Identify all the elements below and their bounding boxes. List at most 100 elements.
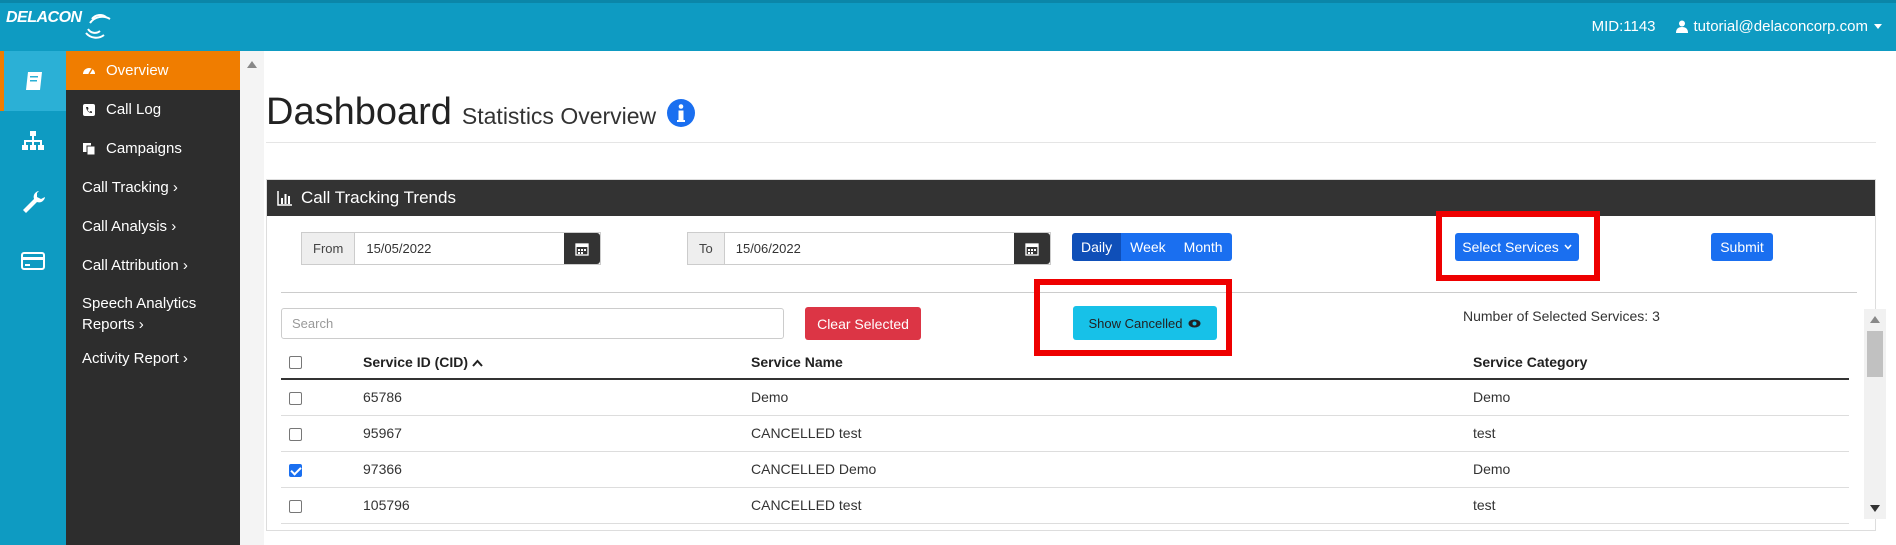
scroll-up-arrow-icon[interactable] [247, 61, 257, 68]
scroll-thumb[interactable] [1867, 331, 1883, 377]
select-all-cell [281, 345, 363, 380]
cell-service-name: Demo [751, 379, 1473, 416]
icon-rail [0, 51, 66, 545]
cell-service-category: test [1473, 415, 1849, 452]
sidebar-item-activity-report[interactable]: Activity Report › [66, 339, 240, 378]
sidebar-item-call-attribution[interactable]: Call Attribution › [66, 246, 240, 285]
to-date-input[interactable]: 15/06/2022 [725, 233, 1014, 264]
calendar-icon [1025, 242, 1039, 256]
calendar-icon [575, 242, 589, 256]
row-checkbox-cell [281, 415, 363, 452]
cell-service-name: CANCELLED test [751, 487, 1473, 524]
row-checkbox[interactable] [289, 427, 302, 441]
period-daily-button[interactable]: Daily [1072, 233, 1122, 261]
selected-services-count: Number of Selected Services: 3 [1463, 308, 1660, 324]
signal-wave-icon [85, 14, 111, 39]
from-date-group: From 15/05/2022 [301, 232, 601, 265]
scroll-down-arrow-icon[interactable] [1870, 505, 1880, 512]
sidebar-item-label: Call Attribution › [82, 257, 188, 274]
cell-service-category: Demo [1473, 379, 1849, 416]
rail-dashboard[interactable] [0, 51, 66, 111]
row-checkbox-cell [281, 487, 363, 524]
info-icon[interactable] [666, 98, 696, 128]
row-checkbox[interactable] [289, 392, 302, 406]
credit-card-icon [21, 252, 45, 270]
top-bar: DELACON MID:1143 tutorial@delaconcorp.co… [0, 0, 1896, 51]
cell-service-id: 105796 [363, 487, 751, 524]
rail-billing[interactable] [0, 231, 66, 291]
cell-service-name: CANCELLED test [751, 415, 1473, 452]
dashboard-gauge-icon [83, 67, 95, 74]
period-week-button[interactable]: Week [1121, 233, 1175, 261]
panel-title: Call Tracking Trends [301, 188, 456, 207]
sidebar-item-call-log[interactable]: Call Log [66, 90, 240, 129]
row-checkbox-checked[interactable] [289, 463, 302, 477]
period-button-group: Daily Week Month [1072, 233, 1232, 261]
sidebar-item-label: Speech Analytics Reports › [82, 293, 196, 335]
table-scrollbar[interactable] [1864, 309, 1886, 519]
cell-service-id: 65786 [363, 379, 751, 416]
table-row[interactable]: 65786 Demo Demo [281, 379, 1849, 416]
book-icon [26, 72, 42, 90]
rail-tools[interactable] [0, 171, 66, 231]
copy-icon [83, 142, 96, 155]
sidebar-item-campaigns[interactable]: Campaigns [66, 129, 240, 168]
to-label: To [688, 233, 725, 264]
sidebar-item-overview[interactable]: Overview [66, 51, 240, 90]
sidebar-item-call-tracking[interactable]: Call Tracking › [66, 168, 240, 207]
user-icon [1675, 20, 1688, 33]
merchant-id: MID:1143 [1591, 18, 1656, 35]
user-email: tutorial@delaconcorp.com [1693, 18, 1868, 35]
brand-logo[interactable]: DELACON [6, 9, 111, 39]
clear-selected-button[interactable]: Clear Selected [805, 307, 921, 340]
to-calendar-button[interactable] [1014, 233, 1050, 264]
services-table: Service ID (CID) Service Name Service Ca… [281, 345, 1849, 524]
column-service-id[interactable]: Service ID (CID) [363, 345, 751, 380]
sidebar-item-label: Call Log [106, 101, 162, 118]
sidebar-item-speech-analytics[interactable]: Speech Analytics Reports › [66, 285, 240, 339]
cell-service-category: test [1473, 487, 1849, 524]
chevron-down-icon [1874, 24, 1882, 29]
submit-button[interactable]: Submit [1711, 233, 1773, 261]
from-date-input[interactable]: 15/05/2022 [355, 233, 564, 264]
phone-square-icon [83, 103, 95, 116]
row-checkbox-cell [281, 379, 363, 416]
from-label: From [302, 233, 356, 264]
scroll-up-arrow-icon[interactable] [1870, 316, 1880, 323]
page-subtitle: Statistics Overview [461, 103, 657, 129]
cell-service-id: 97366 [363, 451, 751, 488]
sitemap-icon [22, 131, 44, 150]
panel-header: Call Tracking Trends [267, 180, 1875, 216]
sidebar-item-label: Call Tracking › [82, 179, 178, 196]
sidebar-item-label-line1: Speech Analytics [82, 295, 197, 312]
row-checkbox[interactable] [289, 499, 302, 513]
cell-service-name: CANCELLED Demo [751, 451, 1473, 488]
column-service-id-label: Service ID (CID) [363, 353, 469, 370]
sidebar-item-label: Overview [106, 62, 169, 79]
table-row[interactable]: 95967 CANCELLED test test [281, 415, 1849, 452]
cell-service-id: 95967 [363, 415, 751, 452]
brand-name: DELACON [6, 9, 82, 26]
page-header: Dashboard Statistics Overview [266, 91, 696, 134]
sidebar-item-label: Call Analysis › [82, 218, 177, 235]
user-menu[interactable]: tutorial@delaconcorp.com [1675, 18, 1882, 35]
highlight-select-services [1436, 211, 1600, 281]
sidebar-item-call-analysis[interactable]: Call Analysis › [66, 207, 240, 246]
rail-hierarchy[interactable] [0, 111, 66, 171]
from-calendar-button[interactable] [564, 233, 600, 264]
to-date-group: To 15/06/2022 [687, 232, 1051, 265]
wrench-icon [23, 191, 45, 213]
sidebar-item-label: Activity Report › [82, 350, 188, 367]
select-all-checkbox[interactable] [289, 356, 302, 370]
table-row[interactable]: 105796 CANCELLED test test [281, 487, 1849, 524]
row-checkbox-cell [281, 451, 363, 488]
sidebar-item-label-line2: Reports › [82, 316, 144, 333]
sidebar-scrollbar[interactable] [240, 51, 264, 545]
bar-chart-icon [277, 191, 292, 206]
search-input[interactable]: Search [281, 308, 784, 339]
table-row[interactable]: 97366 CANCELLED Demo Demo [281, 451, 1849, 488]
period-month-button[interactable]: Month [1174, 233, 1232, 261]
column-service-category[interactable]: Service Category [1473, 345, 1849, 380]
sidebar-item-label: Campaigns [106, 140, 182, 157]
sidebar: Overview Call Log Campaigns Call Trackin… [66, 51, 240, 545]
